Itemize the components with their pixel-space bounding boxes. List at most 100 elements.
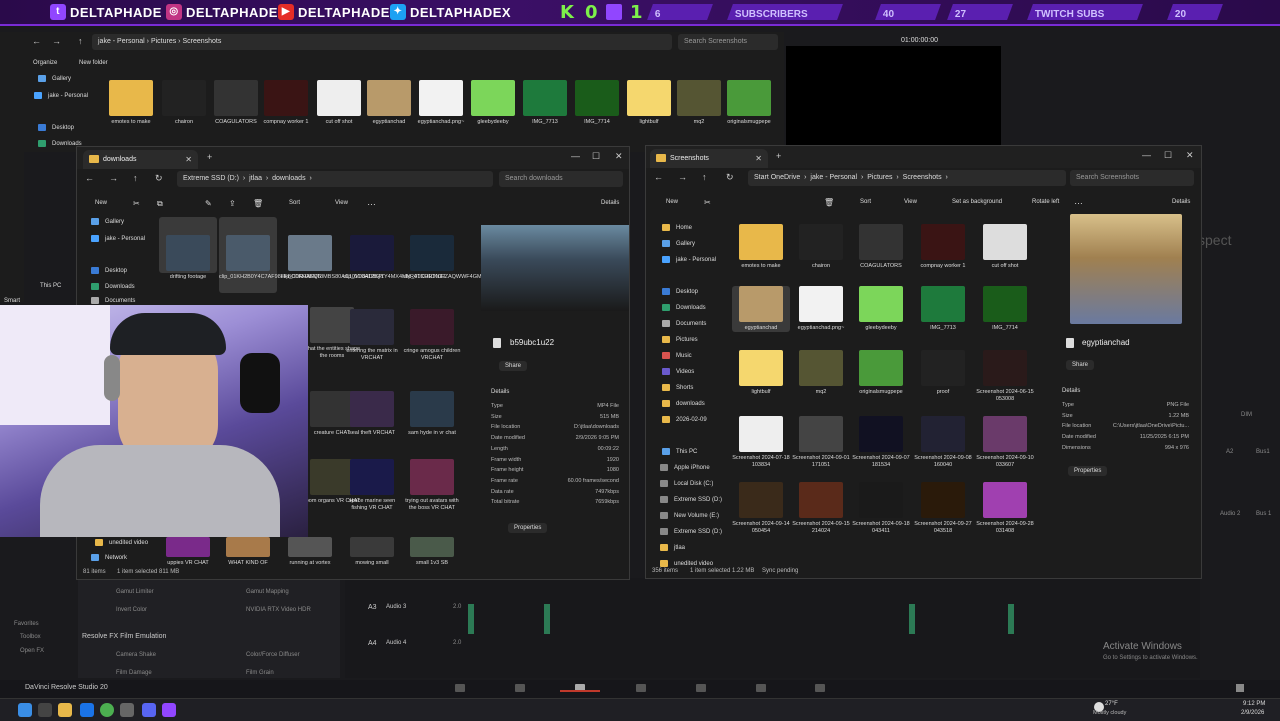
details-button[interactable]: Details xyxy=(601,200,619,206)
delete-icon[interactable]: 🗑 xyxy=(824,198,834,207)
page-tab-icon[interactable] xyxy=(455,684,465,692)
file-item[interactable]: Screenshot 2024-09-07 181534 xyxy=(852,416,910,469)
close-icon[interactable]: ✕ xyxy=(615,151,623,162)
new-folder-button[interactable]: New folder xyxy=(79,60,108,66)
new-tab-icon[interactable]: + xyxy=(207,152,212,162)
file-item[interactable]: IMG_7714 xyxy=(568,80,626,126)
up-icon[interactable]: ↑ xyxy=(702,172,707,182)
sidebar-item[interactable]: Network xyxy=(91,554,127,561)
sidebar-item[interactable]: Extreme SSD (D:) xyxy=(660,496,722,503)
up-icon[interactable]: ↑ xyxy=(78,36,83,46)
file-item[interactable]: cringe amogus children VRCHAT xyxy=(403,309,461,362)
fx-item[interactable]: NVIDIA RTX Video HDR xyxy=(246,607,311,613)
file-item[interactable]: mowing small xyxy=(343,537,401,567)
sidebar-item[interactable]: downloads xyxy=(662,400,705,407)
sidebar-item[interactable]: Local Disk (C:) xyxy=(660,480,713,487)
sidebar-item[interactable]: Gallery xyxy=(662,240,695,247)
file-item[interactable]: Screenshot 2024-09-10 033607 xyxy=(976,416,1034,469)
audio-clip[interactable] xyxy=(909,604,915,634)
close-tab-icon[interactable]: ✕ xyxy=(755,149,762,168)
up-icon[interactable]: ↑ xyxy=(133,173,138,183)
organize-button[interactable]: Organize xyxy=(33,60,57,66)
set-background-button[interactable]: Set as background xyxy=(952,199,1002,205)
taskbar-app-icon[interactable] xyxy=(120,703,134,717)
delete-icon[interactable]: 🗑 xyxy=(253,199,263,208)
fx-item[interactable]: Color/Force Diffuser xyxy=(246,652,300,658)
file-item[interactable]: mq2 xyxy=(792,350,850,396)
file-item[interactable]: Screenshot 2024-09-14 050454 xyxy=(732,482,790,535)
sidebar-item[interactable]: Desktop xyxy=(38,124,74,131)
file-item[interactable]: WHAT KIND OF xyxy=(219,537,277,567)
tab-screenshots[interactable]: Screenshots ✕ xyxy=(650,149,768,168)
page-tab-icon[interactable] xyxy=(515,684,525,692)
share-icon[interactable]: ⇪ xyxy=(229,199,236,208)
new-button[interactable]: New xyxy=(666,199,678,205)
windows-start-icon[interactable] xyxy=(18,703,32,717)
share-button[interactable]: Share xyxy=(1066,360,1095,370)
sidebar-item[interactable]: This PC xyxy=(662,448,697,455)
file-item[interactable]: originalsmugpepe xyxy=(720,80,778,126)
tree-item[interactable]: Toolbox xyxy=(20,634,41,640)
file-item[interactable]: chairon xyxy=(792,224,850,270)
maximize-icon[interactable]: ☐ xyxy=(592,151,600,162)
properties-button[interactable]: Properties xyxy=(1068,466,1108,476)
sort-button[interactable]: Sort xyxy=(289,200,300,206)
file-item[interactable]: emotes to make xyxy=(102,80,160,126)
sidebar-item[interactable]: Pictures xyxy=(662,336,698,343)
tab-downloads[interactable]: downloads ✕ xyxy=(83,150,198,169)
sidebar-extra[interactable]: This PC xyxy=(40,283,61,289)
file-item[interactable]: Screenshot 2024-09-28 031408 xyxy=(976,482,1034,535)
file-item[interactable]: Screenshot 2024-09-27 043518 xyxy=(914,482,972,535)
file-item[interactable]: IMG_7713 xyxy=(516,80,574,126)
search-icon[interactable] xyxy=(38,703,52,717)
cut-icon[interactable]: ✂ xyxy=(704,198,711,207)
file-item[interactable]: seal theft VRCHAT xyxy=(343,391,401,437)
file-item[interactable]: entering the matrix in VRCHAT xyxy=(343,309,401,362)
refresh-icon[interactable]: ↻ xyxy=(726,172,734,183)
close-icon[interactable]: ✕ xyxy=(1186,150,1194,161)
file-item[interactable]: running at vortex xyxy=(281,537,339,567)
address-bar[interactable]: jake - Personal › Pictures › Screenshots xyxy=(92,34,672,50)
file-item[interactable]: gleebydeeby xyxy=(852,286,910,332)
sidebar-item[interactable]: Downloads xyxy=(91,283,135,290)
file-item[interactable]: egyptianchad.png~ xyxy=(792,286,850,332)
file-item[interactable]: IMG_7714 xyxy=(976,286,1034,332)
fx-item[interactable]: Gamut Limiter xyxy=(116,589,154,595)
refresh-icon[interactable]: ↻ xyxy=(155,173,163,184)
file-item-selected[interactable]: drifting footage xyxy=(159,217,217,280)
search-input[interactable]: Search downloads xyxy=(499,171,623,187)
sidebar-item[interactable]: unedited video xyxy=(660,560,713,567)
sidebar-item[interactable]: Documents xyxy=(662,320,706,327)
file-item[interactable]: clip_01KH12B41Y4MX4NNR4TCDRTN2T xyxy=(343,235,446,281)
file-item[interactable]: clip_01KH2BNT8MBS80AC10V03ADBQY xyxy=(281,235,384,281)
sidebar-item[interactable]: unedited video xyxy=(95,539,148,546)
sidebar-item[interactable]: 2026-02-09 xyxy=(662,416,707,423)
back-icon[interactable]: ← xyxy=(654,172,663,182)
sidebar-item[interactable]: jake - Personal xyxy=(662,256,716,263)
file-item-selected[interactable]: egyptianchad xyxy=(732,286,790,332)
file-item[interactable]: egyptianchad xyxy=(360,80,418,126)
forward-icon[interactable]: → xyxy=(52,36,61,46)
file-item[interactable]: trying out avatars with the boss VR CHAT xyxy=(403,459,461,512)
file-item[interactable]: clip_01KH2B0Y4C7AF98FFBCDR0AEQ6 xyxy=(219,217,321,293)
sidebar-item[interactable]: Documents xyxy=(91,297,135,304)
file-item[interactable]: space marine seen fishing VR CHAT xyxy=(343,459,401,512)
view-button[interactable]: View xyxy=(904,199,917,205)
fx-item[interactable]: Invert Color xyxy=(116,607,147,613)
fx-item[interactable]: Film Damage xyxy=(116,670,152,676)
copy-icon[interactable]: ⧉ xyxy=(157,199,163,209)
chrome-icon[interactable] xyxy=(100,703,114,717)
home-icon[interactable] xyxy=(1236,684,1244,692)
properties-button[interactable]: Properties xyxy=(508,523,548,533)
file-item[interactable]: compnay worker 1 xyxy=(914,224,972,270)
sidebar-item[interactable]: Apple iPhone xyxy=(660,464,710,471)
tree-item[interactable]: Open FX xyxy=(20,648,44,654)
back-icon[interactable]: ← xyxy=(85,173,94,183)
mixer-dim[interactable]: DIM xyxy=(1241,412,1252,418)
file-item[interactable]: Screenshot 2024-06-15 053008 xyxy=(976,350,1034,403)
forward-icon[interactable]: → xyxy=(109,173,118,183)
file-item[interactable]: sam hyde in vr chat xyxy=(403,391,461,437)
sidebar-item[interactable]: jtlaa xyxy=(660,544,685,551)
sidebar-item[interactable]: jake - Personal xyxy=(91,235,145,242)
sidebar-item[interactable]: Music xyxy=(662,352,692,359)
